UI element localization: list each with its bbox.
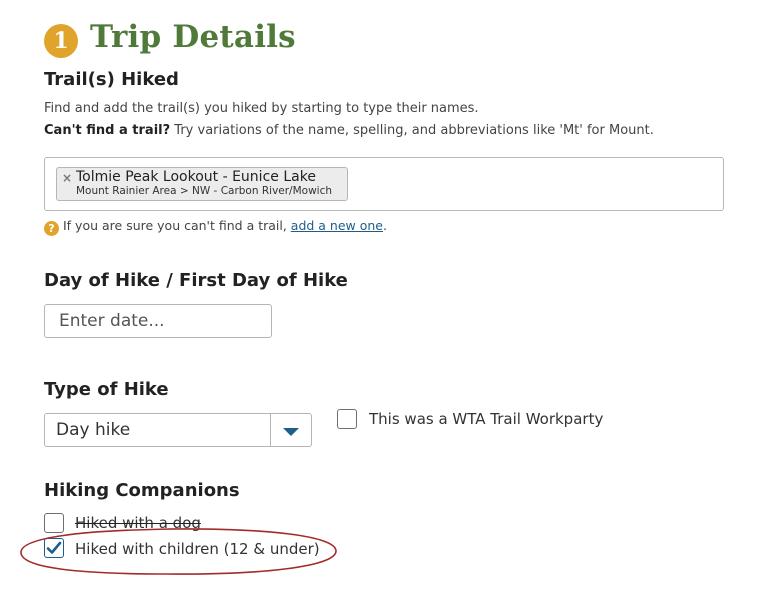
trails-help-text-2: Can't find a trail? Try variations of th… [44, 123, 654, 138]
hike-type-heading: Type of Hike [44, 379, 169, 400]
remove-trail-icon[interactable]: × [62, 171, 72, 185]
add-trail-notice: ? If you are sure you can't find a trail,… [44, 218, 387, 236]
hike-type-value: Day hike [56, 420, 131, 440]
notice-text: If you are sure you can't find a trail, [63, 218, 291, 233]
selected-trail-tag: × Tolmie Peak Lookout - Eunice Lake Moun… [56, 167, 348, 201]
selected-trail-region: Mount Rainier Area > NW - Carbon River/M… [76, 185, 333, 197]
hike-type-select[interactable]: Day hike [44, 413, 312, 447]
trails-heading: Trail(s) Hiked [44, 69, 179, 90]
workparty-checkbox[interactable] [337, 409, 357, 429]
notice-end: . [383, 218, 387, 233]
question-icon: ? [44, 221, 59, 236]
trails-help-text: Find and add the trail(s) you hiked by s… [44, 101, 479, 116]
cant-find-trail-label: Can't find a trail? [44, 123, 171, 138]
companions-heading: Hiking Companions [44, 480, 240, 501]
workparty-label: This was a WTA Trail Workparty [369, 410, 604, 428]
select-divider [270, 414, 271, 446]
page-title: Trip Details [90, 19, 296, 55]
chevron-down-icon[interactable] [282, 427, 300, 437]
trails-help-line1: Find and add the trail(s) you hiked by s… [44, 101, 479, 116]
trail-search-input[interactable]: × Tolmie Peak Lookout - Eunice Lake Moun… [44, 157, 724, 211]
date-heading: Day of Hike / First Day of Hike [44, 270, 348, 291]
add-new-trail-link[interactable]: add a new one [291, 218, 383, 233]
step-number-badge: 1 [44, 24, 78, 58]
hike-date-input[interactable] [44, 304, 272, 338]
trails-help-line2: Try variations of the name, spelling, an… [170, 123, 654, 138]
selected-trail-name: Tolmie Peak Lookout - Eunice Lake [76, 169, 316, 185]
annotation-ellipse [20, 528, 337, 575]
